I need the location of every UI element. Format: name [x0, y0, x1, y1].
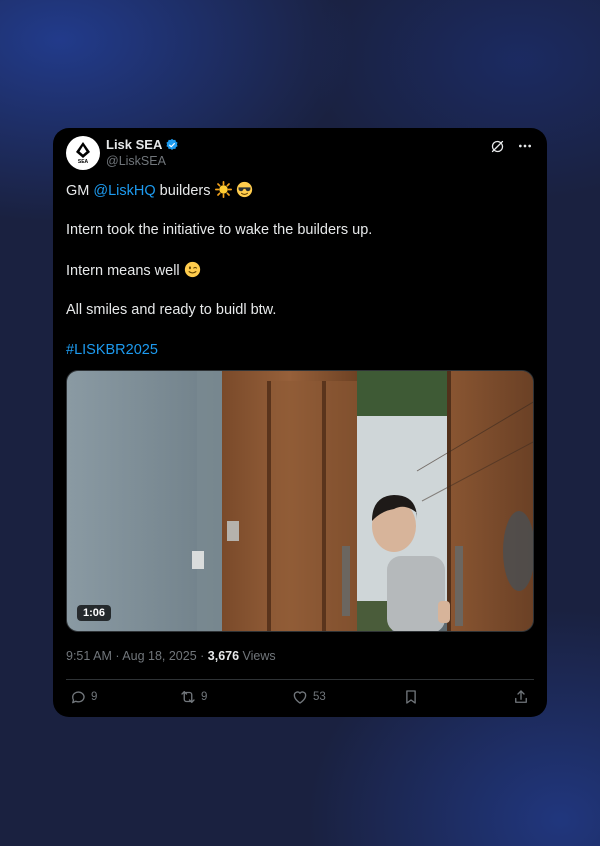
tweet-text-gm: GM — [66, 183, 94, 199]
timestamp[interactable]: 9:51 AM · Aug 18, 2025 · — [66, 649, 208, 663]
reply-icon — [72, 691, 85, 704]
repost-count: 9 — [201, 691, 208, 703]
sunglasses-emoji-icon — [236, 181, 253, 203]
like-icon — [293, 691, 307, 704]
divider — [66, 679, 534, 680]
repost-icon — [181, 691, 195, 703]
tweet-line-1: GM @LiskHQ builders — [66, 181, 253, 203]
handle[interactable]: @LiskSEA — [106, 154, 166, 168]
share-button[interactable] — [512, 688, 530, 706]
verified-badge-icon — [166, 138, 178, 150]
video-player[interactable]: 1:06 — [66, 370, 534, 632]
reply-count: 9 — [91, 691, 98, 703]
tweet-line-4: All smiles and ready to buidl btw. — [66, 302, 277, 318]
display-name[interactable]: Lisk SEA — [106, 137, 162, 152]
tweet-text-builders: builders — [155, 183, 211, 199]
repost-button[interactable]: 9 — [179, 688, 207, 706]
tweet-top-actions — [489, 138, 533, 154]
tweet-line-3: Intern means well — [66, 261, 201, 283]
tweet-card: SEA Lisk SEA @LiskSEA GM @LiskHQ builder… — [53, 128, 547, 717]
sun-emoji-icon — [214, 181, 232, 203]
lisk-logo-icon — [76, 141, 90, 158]
avatar-label: SEA — [77, 158, 89, 165]
views-label: Views — [239, 649, 276, 663]
share-icon — [515, 690, 527, 703]
grok-icon[interactable] — [489, 138, 505, 154]
reply-button[interactable]: 9 — [69, 688, 97, 706]
views-count: 3,676 — [207, 649, 240, 663]
tweet-text-intern: Intern means well — [66, 263, 180, 279]
like-count: 53 — [313, 691, 326, 703]
avatar[interactable]: SEA — [66, 136, 100, 170]
tweet-line-2: Intern took the initiative to wake the b… — [66, 222, 373, 238]
mention-link[interactable]: @LiskHQ — [93, 183, 155, 199]
more-icon[interactable] — [517, 138, 533, 154]
bookmark-icon — [406, 690, 416, 704]
wink-emoji-icon — [184, 261, 201, 283]
tweet-meta: 9:51 AM · Aug 18, 2025 · 3,676 Views — [66, 649, 276, 663]
video-thumbnail — [67, 371, 533, 631]
bookmark-button[interactable] — [402, 688, 420, 706]
hashtag-link[interactable]: #LISKBR2025 — [66, 341, 158, 359]
action-bar: 9 9 53 — [66, 688, 534, 708]
author-name-row[interactable]: Lisk SEA — [106, 137, 179, 152]
like-button[interactable]: 53 — [291, 688, 326, 706]
video-duration: 1:06 — [77, 605, 112, 621]
